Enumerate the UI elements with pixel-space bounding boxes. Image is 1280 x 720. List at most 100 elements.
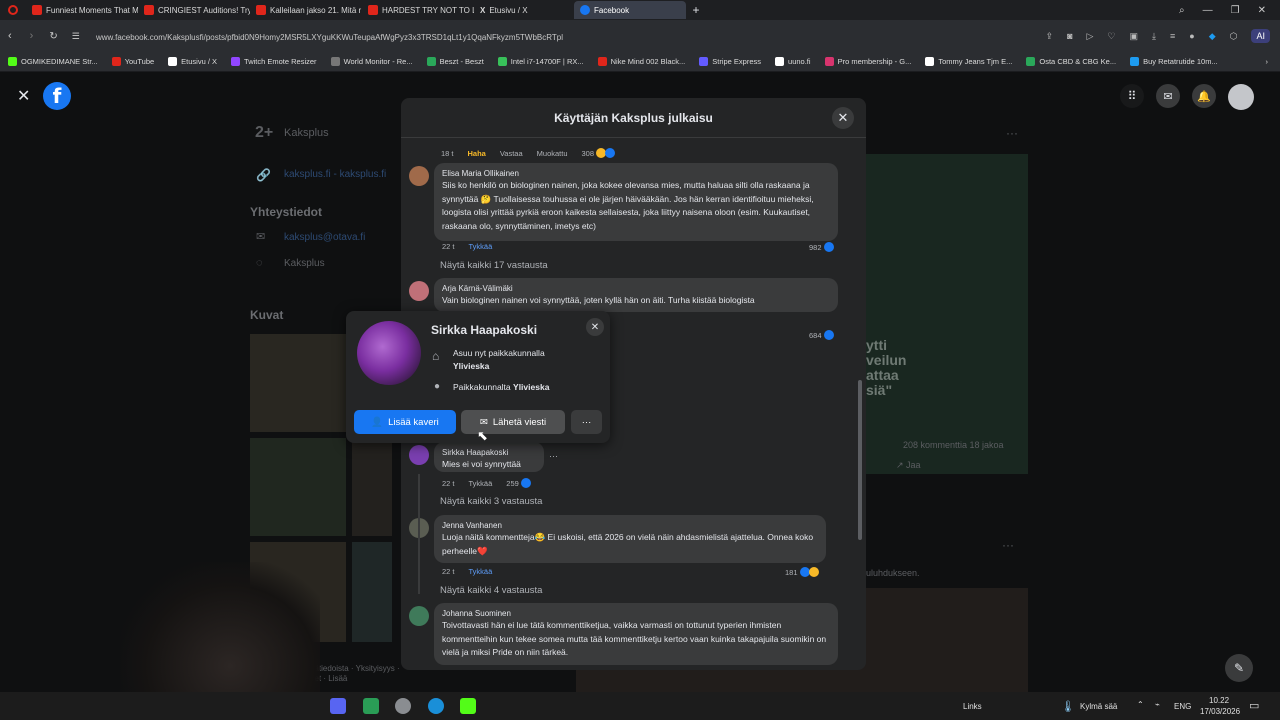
add-friend-button[interactable]: 👤 Lisää kaveri bbox=[354, 410, 456, 434]
photo-thumb[interactable] bbox=[352, 542, 392, 642]
search-icon[interactable]: ⌕ bbox=[1179, 5, 1185, 16]
links-toolbar[interactable]: Links bbox=[963, 702, 982, 711]
shield-icon[interactable] bbox=[395, 698, 411, 714]
profile-icon[interactable]: ● bbox=[1189, 31, 1194, 41]
website-link[interactable]: kaksplus.fi - kaksplus.fi bbox=[284, 169, 386, 180]
menu-icon[interactable]: ≡ bbox=[1170, 31, 1175, 41]
bookmark-item[interactable]: Buy Retatrutide 10m... bbox=[1130, 57, 1218, 66]
like-link[interactable]: Tykkää bbox=[469, 242, 493, 251]
clock-date[interactable]: 17/03/2026 bbox=[1200, 707, 1240, 716]
reply-link[interactable]: Vastaa bbox=[500, 149, 523, 158]
show-replies-link[interactable]: Näytä kaikki 4 vastausta bbox=[440, 585, 542, 596]
new-tab-button[interactable]: + bbox=[686, 3, 706, 17]
bookmark-item[interactable]: Intel i7-14700F | RX... bbox=[497, 57, 584, 66]
apps-menu-icon[interactable]: ⠿ bbox=[1120, 84, 1144, 108]
site-info-icon[interactable]: ☰ bbox=[72, 31, 80, 42]
facebook-logo-icon[interactable]: f bbox=[43, 82, 71, 110]
reaction-count[interactable]: 982 bbox=[809, 242, 834, 252]
email-link[interactable]: kaksplus@otava.fi bbox=[284, 232, 365, 243]
commenter-name[interactable]: Arja Kärnä-Välimäki bbox=[442, 283, 830, 294]
back-icon[interactable]: ‹ bbox=[8, 30, 12, 42]
language-indicator[interactable]: ENG bbox=[1174, 702, 1191, 711]
notification-center-icon[interactable]: ▭ bbox=[1249, 699, 1259, 712]
bookmark-item[interactable]: Tommy Jeans Tjm E... bbox=[925, 57, 1012, 66]
reaction-count[interactable]: 684 bbox=[809, 330, 834, 340]
post-more-icon-2[interactable]: ··· bbox=[1002, 538, 1014, 552]
url-field[interactable]: www.facebook.com/Kaksplusfi/posts/pfbid0… bbox=[86, 28, 1166, 46]
edge-icon[interactable] bbox=[428, 698, 444, 714]
modal-close-icon[interactable]: ✕ bbox=[832, 107, 854, 129]
reaction-count[interactable]: 259 bbox=[506, 478, 531, 488]
maximize-icon[interactable]: ❐ bbox=[1231, 5, 1240, 16]
comment-options-icon[interactable]: ··· bbox=[549, 451, 558, 461]
cube-icon[interactable]: ⬡ bbox=[1230, 31, 1238, 42]
hovercard-close-icon[interactable]: ✕ bbox=[586, 318, 604, 336]
photo-thumb[interactable] bbox=[352, 438, 392, 536]
bookmark-item[interactable]: uuno.fi bbox=[775, 57, 811, 66]
hovercard-name[interactable]: Sirkka Haapakoski bbox=[431, 323, 537, 337]
hovercard-avatar[interactable] bbox=[357, 321, 421, 385]
modal-scrollbar[interactable] bbox=[858, 380, 862, 540]
weather-label[interactable]: Kylmä sää bbox=[1080, 702, 1117, 711]
commenter-name[interactable]: Elisa Maria Ollikainen bbox=[442, 168, 830, 179]
commenter-name[interactable]: Jenna Vanhanen bbox=[442, 520, 818, 531]
avatar[interactable] bbox=[409, 166, 429, 186]
clock-time[interactable]: 10.22 bbox=[1209, 696, 1229, 705]
bookmark-item[interactable]: Twitch Emote Resizer bbox=[231, 57, 317, 66]
avatar[interactable] bbox=[409, 445, 429, 465]
like-link[interactable]: Tykkää bbox=[469, 567, 493, 576]
tab-3[interactable]: HARDEST TRY NOT TO LA bbox=[362, 1, 474, 19]
discord-icon[interactable] bbox=[330, 698, 346, 714]
from-city[interactable]: Ylivieska bbox=[513, 382, 549, 392]
photo-thumb[interactable] bbox=[250, 438, 346, 536]
reaction-count[interactable]: 181 bbox=[785, 567, 819, 577]
forward-icon[interactable]: › bbox=[30, 30, 34, 42]
bookmark-item[interactable]: World Monitor - Re... bbox=[330, 57, 413, 66]
minimize-icon[interactable]: — bbox=[1203, 5, 1213, 16]
bookmark-item[interactable]: Stripe Express bbox=[699, 57, 761, 66]
bookmark-item[interactable]: OGMIKEDIMANE Str... bbox=[8, 57, 98, 66]
compose-icon[interactable]: ✎ bbox=[1225, 654, 1253, 682]
lives-in-city[interactable]: Ylivieska bbox=[453, 361, 489, 371]
tray-chevron-icon[interactable]: ⌃ bbox=[1137, 700, 1144, 709]
show-replies-link[interactable]: Näytä kaikki 3 vastausta bbox=[440, 496, 542, 507]
bookmark-item[interactable]: Nike Mind 002 Black... bbox=[597, 57, 685, 66]
bookmark-item[interactable]: YouTube bbox=[111, 57, 154, 66]
tab-2[interactable]: Kalleilaan jakso 21. Mitä r● bbox=[250, 1, 362, 19]
messenger-icon[interactable]: ✉ bbox=[1156, 84, 1180, 108]
tab-4[interactable]: X Etusivu / X bbox=[474, 1, 574, 19]
tab-5-active[interactable]: Facebook bbox=[574, 1, 686, 19]
post-image[interactable] bbox=[866, 154, 1028, 474]
reload-icon[interactable]: ↻ bbox=[49, 31, 57, 42]
bookmark-item[interactable]: Beszt - Beszt bbox=[426, 57, 484, 66]
reaction-count[interactable]: 308 bbox=[582, 148, 616, 158]
kick-icon[interactable] bbox=[460, 698, 476, 714]
like-link[interactable]: Tykkää bbox=[469, 479, 493, 488]
avatar[interactable] bbox=[409, 281, 429, 301]
show-replies-link[interactable]: Näytä kaikki 17 vastausta bbox=[440, 260, 548, 271]
extension-icon[interactable]: ◆ bbox=[1209, 31, 1216, 42]
more-options-button[interactable]: ··· bbox=[571, 410, 602, 434]
commenter-name[interactable]: Johanna Suominen bbox=[442, 608, 830, 619]
app-icon[interactable] bbox=[363, 698, 379, 714]
account-avatar[interactable] bbox=[1228, 84, 1254, 110]
profile-link[interactable]: Kaksplus bbox=[284, 258, 325, 269]
post-more-icon[interactable]: ··· bbox=[1006, 126, 1018, 140]
tab-0[interactable]: Funniest Moments That M bbox=[26, 1, 138, 19]
haha-reaction-link[interactable]: Haha bbox=[468, 149, 486, 158]
tab-1[interactable]: CRINGIEST Auditions! Try bbox=[138, 1, 250, 19]
avatar[interactable] bbox=[409, 606, 429, 626]
ai-button[interactable]: AI bbox=[1251, 29, 1270, 43]
bookmark-item[interactable]: Etusivu / X bbox=[168, 57, 217, 66]
bookmark-item[interactable]: Pro membership - G... bbox=[824, 57, 911, 66]
share-button[interactable]: ↗ Jaa bbox=[896, 460, 921, 471]
opera-logo-icon[interactable] bbox=[0, 5, 26, 15]
bookmark-item[interactable]: Osta CBD & CBG Ke... bbox=[1026, 57, 1116, 66]
commenter-name[interactable]: Sirkka Haapakoski bbox=[442, 447, 536, 458]
photo-thumb[interactable] bbox=[250, 334, 346, 432]
close-window-icon[interactable]: ✕ bbox=[1258, 5, 1266, 16]
notifications-icon[interactable]: 🔔 bbox=[1192, 84, 1216, 108]
network-icon[interactable]: ⌁ bbox=[1155, 700, 1160, 709]
close-icon[interactable]: ✕ bbox=[17, 86, 30, 106]
bookmarks-overflow-icon[interactable]: › bbox=[1266, 57, 1280, 66]
